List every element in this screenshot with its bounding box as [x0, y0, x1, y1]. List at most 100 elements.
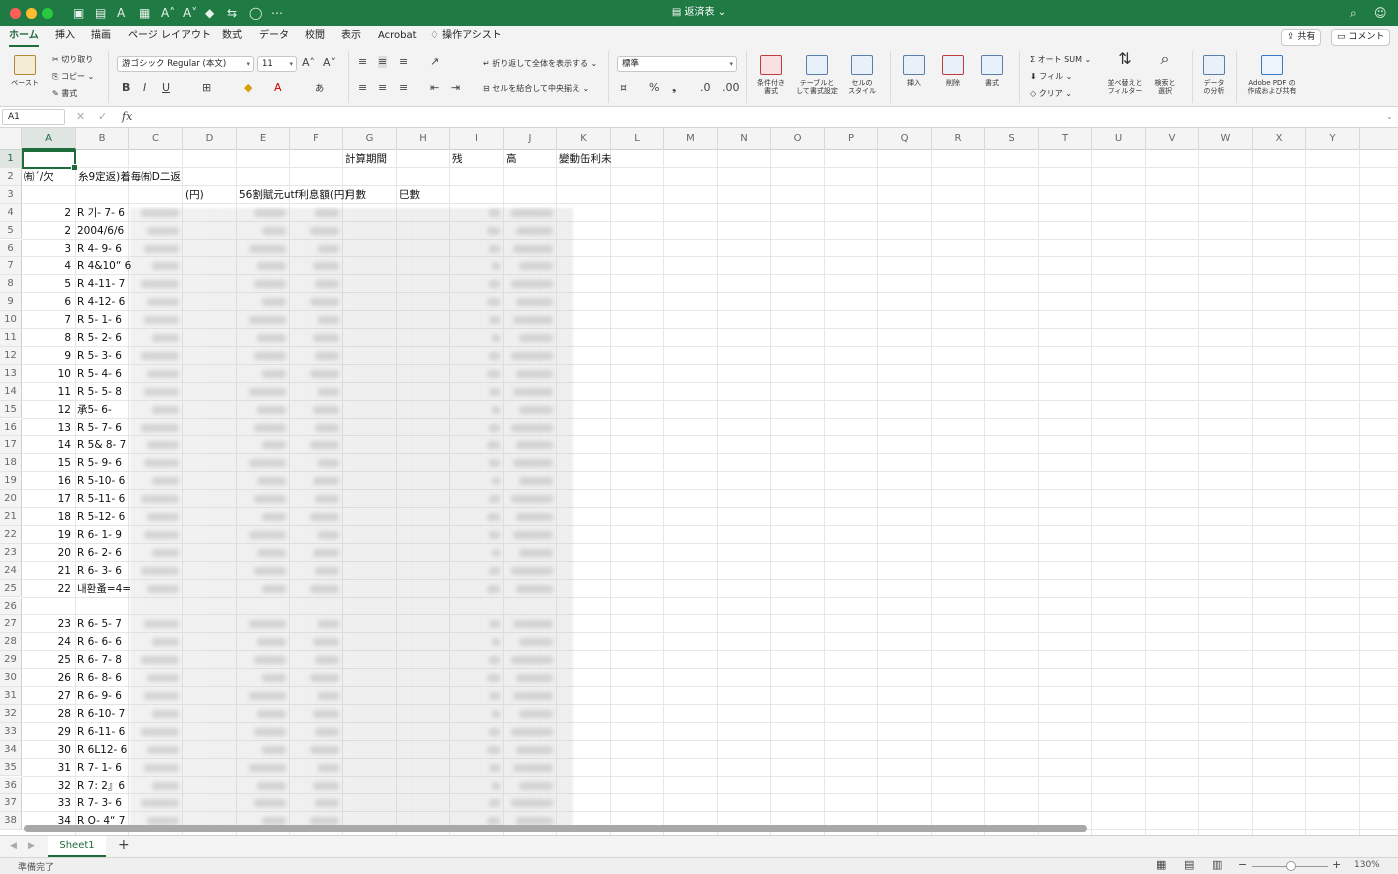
align-middle-icon[interactable]: ≡: [378, 56, 388, 68]
cell-A25[interactable]: 22: [22, 580, 71, 598]
formula-input[interactable]: [144, 110, 1384, 125]
cell-B6[interactable]: R 4- 9- 6: [77, 240, 122, 258]
tab-data[interactable]: データ: [259, 29, 289, 43]
row-header-14[interactable]: 14: [0, 382, 22, 401]
column-header-I[interactable]: I: [450, 128, 504, 150]
column-header-T[interactable]: T: [1039, 128, 1092, 150]
row-header-3[interactable]: 3: [0, 185, 22, 204]
tell-me-assist[interactable]: ♢ 操作アシスト: [430, 29, 502, 43]
fx-icon[interactable]: fx: [122, 111, 132, 123]
font-increase-icon[interactable]: A˄: [302, 57, 315, 69]
cell-B24[interactable]: R 6- 3- 6: [77, 562, 122, 580]
cell-B35[interactable]: R 7- 1- 6: [77, 759, 122, 777]
cell-A15[interactable]: 12: [22, 401, 71, 419]
column-header-K[interactable]: K: [557, 128, 611, 150]
cut-button[interactable]: ✂ 切り取り: [52, 55, 93, 65]
decrease-indent-icon[interactable]: ⇤: [430, 82, 439, 94]
cell-B14[interactable]: R 5- 5- 8: [77, 383, 122, 401]
font-name-select[interactable]: 游ゴシック Regular (本文) ▾: [117, 56, 254, 72]
tab-insert[interactable]: 挿入: [55, 29, 75, 43]
increase-indent-icon[interactable]: ⇥: [451, 82, 460, 94]
number-format-select[interactable]: 標準 ▾: [617, 56, 737, 72]
cell-A33[interactable]: 29: [22, 723, 71, 741]
row-header-21[interactable]: 21: [0, 508, 22, 526]
tab-formulas[interactable]: 数式: [222, 29, 242, 43]
tab-acrobat[interactable]: Acrobat: [378, 29, 417, 43]
paste-button[interactable]: ペースト: [8, 55, 42, 87]
cell-G1[interactable]: 計算期間: [345, 150, 387, 168]
comments-button[interactable]: ▭ コメント: [1331, 29, 1391, 46]
bold-icon[interactable]: B: [122, 82, 130, 94]
column-header-E[interactable]: E: [237, 128, 290, 150]
align-top-icon[interactable]: ≡: [358, 56, 367, 68]
cell-A37[interactable]: 33: [22, 794, 71, 812]
delete-cells-button[interactable]: 削除: [936, 55, 970, 87]
cell-A4[interactable]: 2: [22, 204, 71, 222]
phonetic-icon[interactable]: ぁ: [314, 82, 325, 94]
sheet-tab-sheet1[interactable]: Sheet1: [48, 836, 106, 857]
column-header-D[interactable]: D: [183, 128, 237, 150]
find-select-button[interactable]: ⌕ 検索と 選択: [1149, 51, 1181, 96]
normal-view-icon[interactable]: ▦: [1156, 859, 1166, 871]
page-break-view-icon[interactable]: ▥: [1212, 859, 1222, 871]
column-header-L[interactable]: L: [611, 128, 664, 150]
format-as-table-button[interactable]: テーブルと して書式設定: [793, 55, 841, 95]
cell-B5[interactable]: 2004/6/6: [77, 222, 124, 240]
cell-A17[interactable]: 14: [22, 436, 71, 454]
currency-icon[interactable]: ¤: [620, 82, 627, 94]
cell-A31[interactable]: 27: [22, 687, 71, 705]
column-header-V[interactable]: V: [1146, 128, 1199, 150]
increase-decimal-icon[interactable]: .0: [700, 82, 711, 94]
cell-B10[interactable]: R 5- 1- 6: [77, 311, 122, 329]
format-cells-button[interactable]: 書式: [975, 55, 1009, 87]
cell-B11[interactable]: R 5- 2- 6: [77, 329, 122, 347]
cell-B4[interactable]: R 기- 7- 6: [77, 204, 125, 222]
insert-cells-button[interactable]: 挿入: [897, 55, 931, 87]
row-header-8[interactable]: 8: [0, 275, 22, 294]
prev-sheet-icon[interactable]: ◀: [10, 840, 17, 852]
row-header-29[interactable]: 29: [0, 651, 22, 670]
cell-B19[interactable]: R 5-10- 6: [77, 472, 125, 490]
row-header-19[interactable]: 19: [0, 472, 22, 491]
cell-B32[interactable]: R 6-10- 7: [77, 705, 125, 723]
column-header-W[interactable]: W: [1199, 128, 1253, 150]
column-header-O[interactable]: O: [771, 128, 825, 150]
zoom-out-icon[interactable]: −: [1238, 859, 1247, 871]
row-header-11[interactable]: 11: [0, 329, 22, 347]
row-header-2[interactable]: 2: [0, 167, 22, 186]
align-left-icon[interactable]: ≡: [358, 82, 367, 94]
column-header-H[interactable]: H: [397, 128, 450, 150]
cell-B21[interactable]: R 5-12- 6: [77, 508, 125, 526]
cell-B28[interactable]: R 6- 6- 6: [77, 633, 122, 651]
percent-icon[interactable]: %: [649, 82, 659, 94]
cell-D3[interactable]: (円): [185, 186, 204, 204]
cell-B18[interactable]: R 5- 9- 6: [77, 454, 122, 472]
cell-A7[interactable]: 4: [22, 257, 71, 275]
row-header-17[interactable]: 17: [0, 436, 22, 455]
row-header-10[interactable]: 10: [0, 311, 22, 329]
row-header-22[interactable]: 22: [0, 525, 22, 544]
cell-B34[interactable]: R 6L12- 6: [77, 741, 127, 759]
row-header-31[interactable]: 31: [0, 687, 22, 705]
column-header-R[interactable]: R: [932, 128, 985, 150]
row-header-15[interactable]: 15: [0, 400, 22, 419]
cell-A11[interactable]: 8: [22, 329, 71, 347]
column-header-C[interactable]: C: [129, 128, 183, 150]
cell-J1[interactable]: 高: [506, 150, 517, 168]
column-header-B[interactable]: B: [76, 128, 129, 150]
cell-A29[interactable]: 25: [22, 651, 71, 669]
horizontal-scrollbar[interactable]: [24, 825, 1087, 832]
row-header-34[interactable]: 34: [0, 740, 22, 759]
underline-icon[interactable]: U: [162, 82, 170, 94]
wrap-text-button[interactable]: ↵ 折り返して全体を表示する ⌄: [483, 59, 597, 69]
orientation-icon[interactable]: ↗: [430, 56, 439, 68]
column-header-S[interactable]: S: [985, 128, 1039, 150]
cell-A32[interactable]: 28: [22, 705, 71, 723]
cell-A34[interactable]: 30: [22, 741, 71, 759]
tab-draw[interactable]: 描画: [91, 29, 111, 43]
row-header-28[interactable]: 28: [0, 633, 22, 652]
cell-B9[interactable]: R 4-12- 6: [77, 293, 125, 311]
cell-G3[interactable]: 月數: [345, 186, 366, 204]
cell-B8[interactable]: R 4-11- 7: [77, 275, 125, 293]
column-header-Q[interactable]: Q: [878, 128, 932, 150]
